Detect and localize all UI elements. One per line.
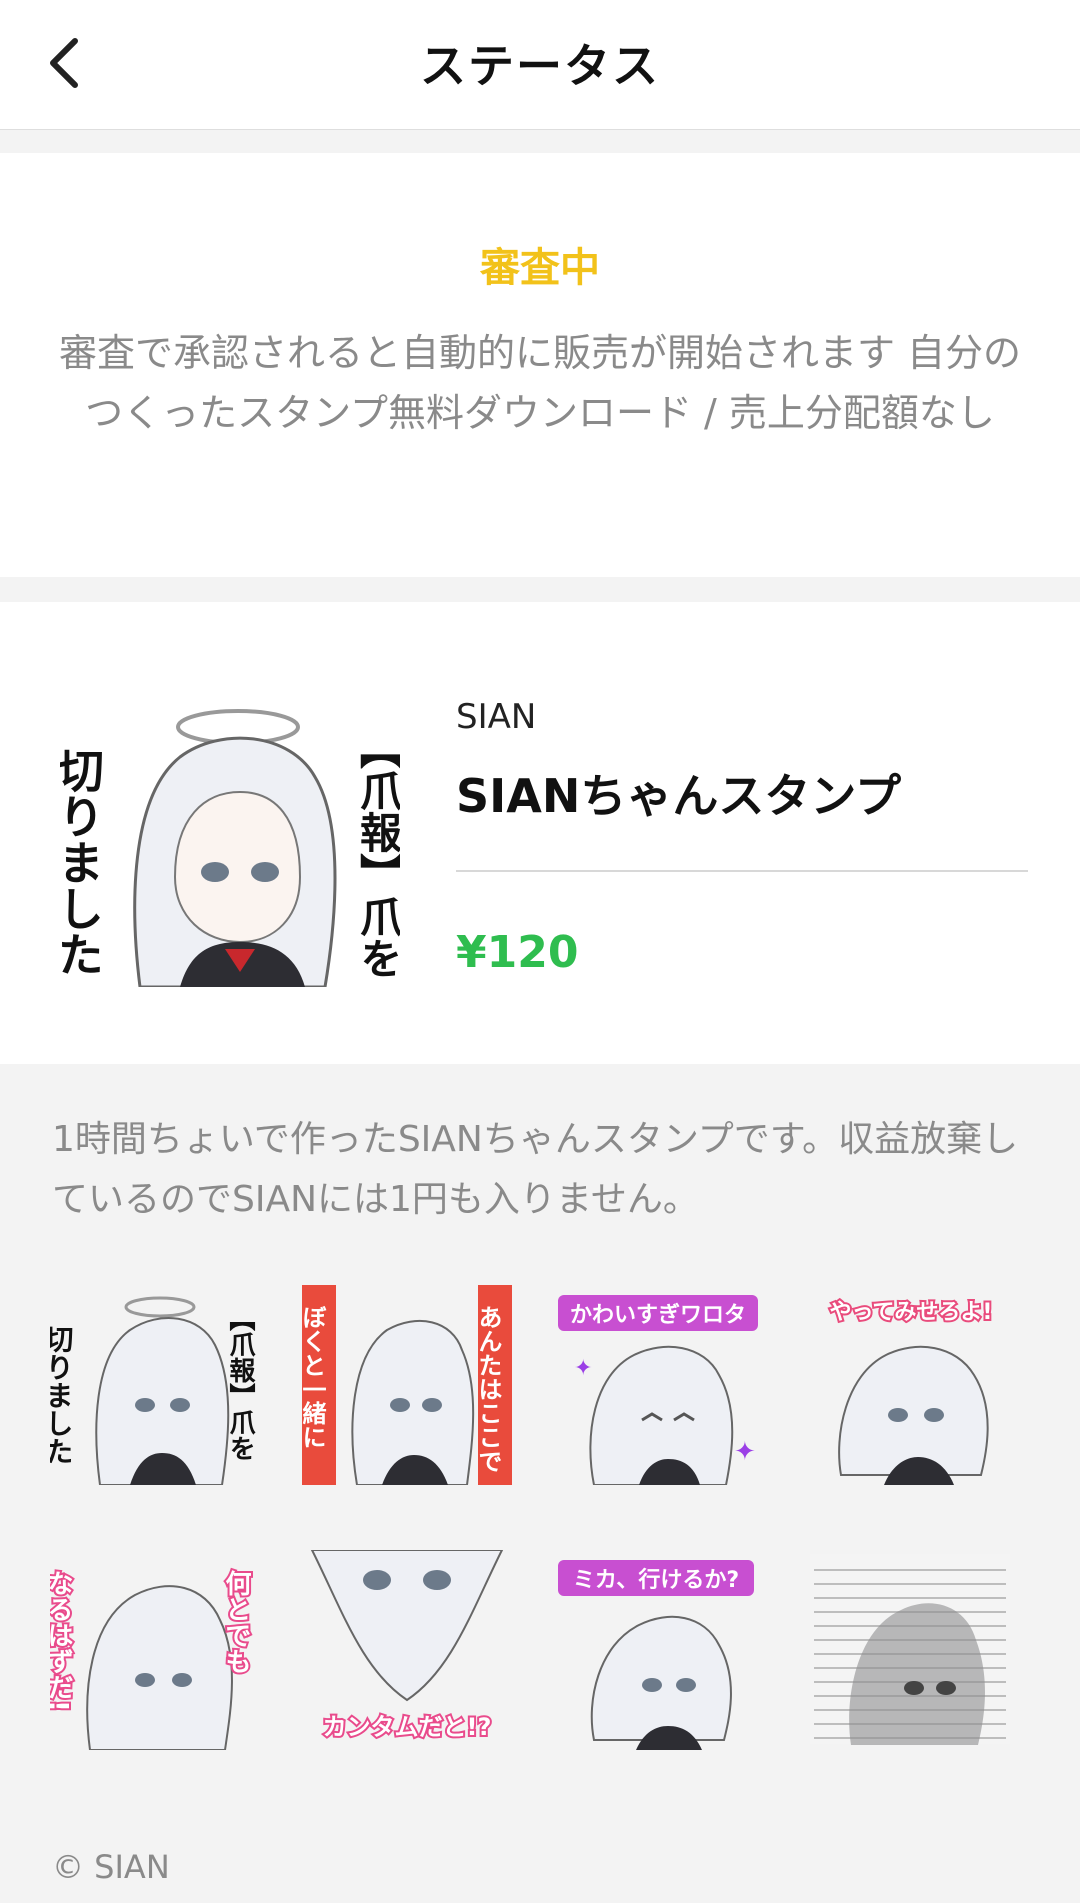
sticker-image: ミカ、行けるか? (558, 1560, 754, 1750)
svg-text:✦: ✦ (574, 1356, 592, 1381)
sticker-image: かわいすぎワロタ ✦ ✦ (558, 1295, 758, 1485)
page-title: ステータス (420, 39, 660, 93)
svg-text:あんたはここで: あんたはここで (474, 1305, 502, 1473)
header-bar: ステータス (0, 0, 1080, 130)
svg-text:何とでも: 何とでも (221, 1570, 251, 1674)
product-thumbnail: 切りました 【爪報】爪を (60, 687, 400, 987)
svg-text:✦: ✦ (734, 1437, 756, 1467)
sticker-item[interactable]: 切りました 【爪報】爪を (50, 1285, 260, 1485)
status-description: 審査で承認されると自動的に販売が開始されます 自分のつくったスタンプ無料ダウンロ… (58, 331, 1022, 435)
svg-text:なるはずだ!: なるはずだ! (50, 1570, 73, 1712)
sticker-image: 切りました 【爪報】爪を (50, 1296, 255, 1485)
svg-text:ミカ、行けるか?: ミカ、行けるか? (573, 1567, 739, 1593)
sticker-image: やってみせろよ! (828, 1298, 994, 1485)
product-author: SIAN (456, 697, 537, 737)
sticker-item[interactable]: カンタムだと!? (302, 1550, 512, 1750)
product-description: 1時間ちょいで作ったSIANちゃんスタンプです。収益放棄しているのでSIANには… (52, 1119, 1019, 1220)
status-title: 審査中 (480, 245, 600, 291)
product-price: ¥120 (456, 927, 579, 978)
sticker-item[interactable]: ぼくと一緒に あんたはここで (302, 1285, 512, 1485)
sticker-item[interactable]: なるはずだ! 何とでも (50, 1550, 260, 1750)
svg-text:やってみせろよ!: やってみせろよ! (830, 1300, 993, 1325)
product-card[interactable]: 切りました 【爪報】爪を SIAN SIANちゃんスタンプ ¥120 (0, 602, 1080, 1064)
svg-text:ぼくと一緒に: ぼくと一緒に (302, 1305, 326, 1449)
sticker-character-illustration (133, 709, 337, 987)
divider (456, 870, 1028, 872)
svg-text:【爪報】爪を: 【爪報】爪を (225, 1305, 255, 1461)
svg-text:切りました: 切りました (60, 747, 105, 977)
svg-text:【爪報】爪を: 【爪報】爪を (354, 727, 401, 979)
sticker-image: ぼくと一緒に あんたはここで (302, 1285, 512, 1485)
copyright-text: © SIAN (52, 1848, 170, 1886)
sticker-image: カンタムだと!? (310, 1550, 504, 1743)
product-name: SIANちゃんスタンプ (456, 769, 901, 823)
sticker-item[interactable]: かわいすぎワロタ ✦ ✦ (554, 1285, 764, 1485)
sticker-item[interactable]: ミカ、行けるか? (554, 1550, 764, 1750)
svg-text:カンタムだと!?: カンタムだと!? (323, 1713, 492, 1741)
sticker-image: なるはずだ! 何とでも (50, 1568, 253, 1750)
sticker-image (810, 1554, 1010, 1745)
status-card: 審査中 審査で承認されると自動的に販売が開始されます 自分のつくったスタンプ無料… (0, 153, 1080, 577)
sticker-item[interactable] (806, 1550, 1016, 1750)
svg-text:切りました: 切りました (50, 1325, 75, 1465)
sticker-item[interactable]: やってみせろよ! (806, 1285, 1016, 1485)
svg-text:かわいすぎワロタ: かわいすぎワロタ (570, 1302, 746, 1328)
